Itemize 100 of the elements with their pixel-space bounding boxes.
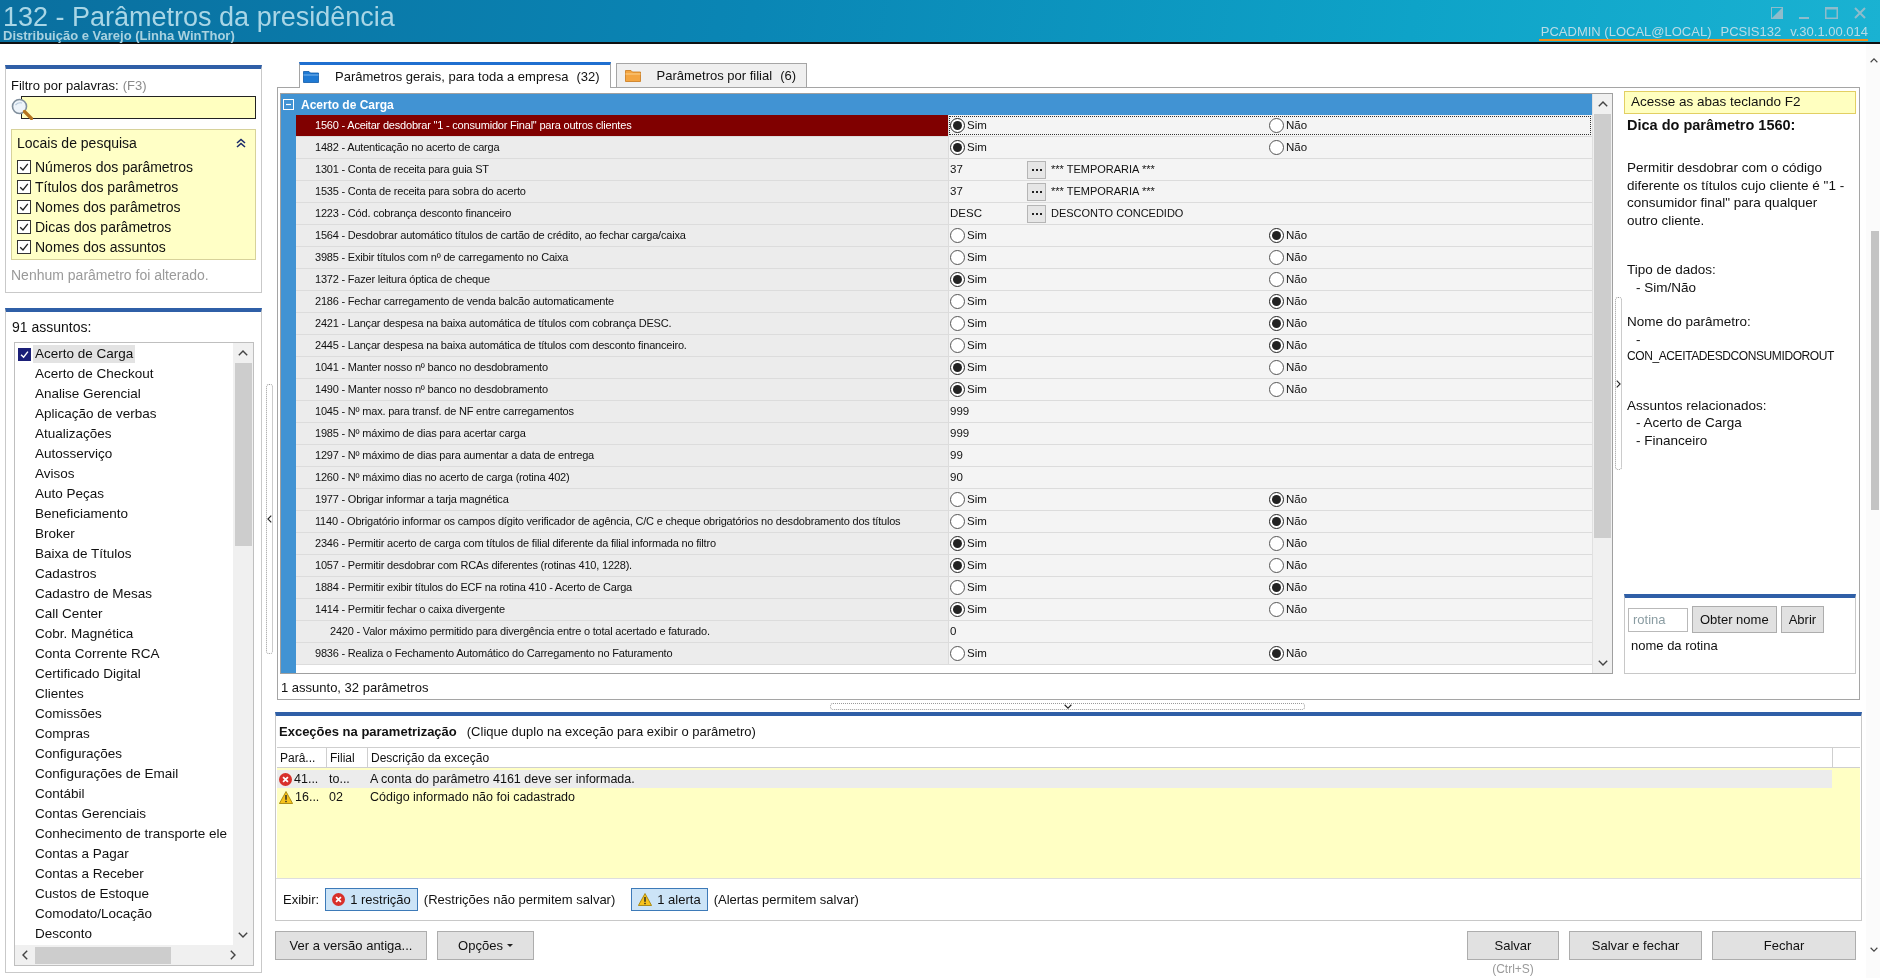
- radio-button[interactable]: [1269, 558, 1284, 573]
- radio-button[interactable]: [1269, 646, 1284, 661]
- vertical-scrollbar[interactable]: [233, 343, 253, 945]
- parameter-name[interactable]: 1057 - Permitir desdobrar com RCAs diferentes (rotinas 410, 1228).: [296, 555, 948, 576]
- routine-button[interactable]: Obter nome: [1692, 606, 1777, 633]
- checkbox[interactable]: [18, 347, 31, 361]
- parameter-name[interactable]: 1564 - Desdobrar automático títulos de cartão de crédito, ao fechar carga/caixa: [296, 225, 948, 246]
- parameter-value[interactable]: 90: [949, 468, 963, 487]
- parameter-name[interactable]: 1223 - Cód. cobrança desconto financeiro: [296, 203, 948, 224]
- routine-input[interactable]: rotina: [1628, 607, 1688, 632]
- parameter-name[interactable]: 1140 - Obrigatório informar os campos dígito verificador de agência, C/C e cheque obrigatórios no desdobramento dos títulos: [296, 511, 948, 532]
- subject-item[interactable]: Conhecimento de transporte ele: [33, 825, 230, 843]
- radio-button[interactable]: [950, 602, 965, 617]
- subject-item[interactable]: Contábil: [33, 785, 87, 803]
- subject-item[interactable]: Acerto de Checkout: [33, 365, 156, 383]
- checkbox[interactable]: [17, 160, 31, 174]
- subject-item[interactable]: Call Center: [33, 605, 105, 623]
- parameter-value[interactable]: 0: [949, 622, 957, 641]
- radio-button[interactable]: [1269, 228, 1284, 243]
- radio-button[interactable]: [1269, 492, 1284, 507]
- radio-button[interactable]: [1269, 360, 1284, 375]
- scroll-down-icon[interactable]: [1597, 660, 1608, 666]
- checkbox[interactable]: [17, 180, 31, 194]
- exception-row[interactable]: 16... 02 Código informado não foi cadastrado: [277, 788, 1832, 806]
- parameter-name[interactable]: 1884 - Permitir exibir títulos do ECF na rotina 410 - Acerto de Carga: [296, 577, 948, 598]
- radio-button[interactable]: [1269, 536, 1284, 551]
- radio-button[interactable]: [950, 140, 965, 155]
- parameter-name[interactable]: 2421 - Lançar despesa na baixa automática de títulos com cobrança DESC.: [296, 313, 948, 334]
- parameter-name[interactable]: 2420 - Valor máximo permitido para divergência entre o total acertado e faturado.: [296, 621, 948, 642]
- parameter-value[interactable]: 999: [949, 424, 970, 443]
- radio-button[interactable]: [950, 118, 965, 133]
- action-button[interactable]: Salvar e fechar: [1569, 931, 1702, 960]
- subject-item[interactable]: Custos de Estoque: [33, 885, 152, 903]
- chevron-left-icon[interactable]: [266, 515, 272, 523]
- parameter-name[interactable]: 2445 - Lançar despesa na baixa automática de títulos com desconto financeiro.: [296, 335, 948, 356]
- checkbox[interactable]: [17, 240, 31, 254]
- filter-input[interactable]: [21, 96, 256, 119]
- parameter-name[interactable]: 1297 - Nº máximo de dias para aumentar a data de entrega: [296, 445, 948, 466]
- tab[interactable]: Parâmetros gerais, para toda a empresa (32): [299, 62, 611, 88]
- filter-toggle[interactable]: 1 restrição: [325, 888, 418, 911]
- parameter-name[interactable]: 1041 - Manter nosso nº banco no desdobramento: [296, 357, 948, 378]
- radio-button[interactable]: [950, 250, 965, 265]
- parameter-name[interactable]: 1414 - Permitir fechar o caixa divergente: [296, 599, 948, 620]
- vertical-scrollbar[interactable]: [1592, 94, 1612, 673]
- scroll-right-icon[interactable]: [230, 950, 236, 960]
- parameter-value[interactable]: 999: [949, 402, 970, 421]
- radio-button[interactable]: [950, 338, 965, 353]
- parameter-name[interactable]: 1045 - Nº max. para transf. de NF entre carregamentos: [296, 401, 948, 422]
- radio-button[interactable]: [950, 646, 965, 661]
- scroll-up-icon[interactable]: [1597, 101, 1608, 107]
- subject-item[interactable]: Certificado Digital: [33, 665, 143, 683]
- parameter-name[interactable]: 1301 - Conta de receita para guia ST: [296, 159, 948, 180]
- scroll-up-icon[interactable]: [1870, 58, 1878, 63]
- action-button[interactable]: Fechar: [1712, 931, 1856, 960]
- subject-item[interactable]: Contas Gerenciais: [33, 805, 149, 823]
- radio-button[interactable]: [950, 382, 965, 397]
- radio-button[interactable]: [950, 492, 965, 507]
- parameter-name[interactable]: 1490 - Manter nosso nº banco no desdobramento: [296, 379, 948, 400]
- parameter-name[interactable]: 2186 - Fechar carregamento de venda balcão automaticamente: [296, 291, 948, 312]
- subject-list[interactable]: [14, 342, 254, 966]
- subject-item[interactable]: Cobr. Magnética: [33, 625, 136, 643]
- checkbox[interactable]: [17, 200, 31, 214]
- parameter-name[interactable]: 3985 - Exibir títulos com nº de carregamento no Caixa: [296, 247, 948, 268]
- radio-button[interactable]: [1269, 580, 1284, 595]
- radio-button[interactable]: [950, 272, 965, 287]
- parameter-name[interactable]: 1482 - Autenticação no acerto de carga: [296, 137, 948, 158]
- subject-item[interactable]: Configurações: [33, 745, 125, 763]
- window-scrollbar[interactable]: [1866, 44, 1880, 978]
- radio-button[interactable]: [950, 294, 965, 309]
- subject-item[interactable]: Clientes: [33, 685, 86, 703]
- chevron-down-icon[interactable]: [1063, 703, 1072, 709]
- radio-button[interactable]: [1269, 338, 1284, 353]
- routine-button[interactable]: Abrir: [1780, 606, 1825, 633]
- scroll-thumb[interactable]: [1871, 231, 1879, 510]
- subject-item[interactable]: Auto Peças: [33, 485, 107, 503]
- subject-item[interactable]: Desconto: [33, 925, 95, 943]
- parameter-name[interactable]: 1977 - Obrigar informar a tarja magnética: [296, 489, 948, 510]
- action-button[interactable]: Ver a versão antiga...: [275, 931, 427, 960]
- radio-button[interactable]: [1269, 382, 1284, 397]
- collapse-icon[interactable]: [236, 138, 246, 148]
- scroll-up-icon[interactable]: [238, 350, 248, 356]
- subject-item[interactable]: Broker: [33, 525, 77, 543]
- radio-button[interactable]: [1269, 140, 1284, 155]
- subject-item[interactable]: Beneficiamento: [33, 505, 131, 523]
- subject-item[interactable]: Aplicação de verbas: [33, 405, 159, 423]
- parameter-name[interactable]: 2346 - Permitir acerto de carga com títulos de filial diferente da filial informada no filtro: [296, 533, 948, 554]
- subject-item[interactable]: Configurações de Email: [33, 765, 181, 783]
- radio-button[interactable]: [950, 580, 965, 595]
- subject-item[interactable]: Compras: [33, 725, 92, 743]
- scroll-down-icon[interactable]: [238, 932, 248, 938]
- parameter-name[interactable]: 9836 - Realiza o Fechamento Automático do Carregamento no Faturamento: [296, 643, 948, 664]
- subject-item[interactable]: Cadastros: [33, 565, 99, 583]
- radio-button[interactable]: [950, 228, 965, 243]
- radio-button[interactable]: [1269, 294, 1284, 309]
- scroll-left-icon[interactable]: [22, 950, 28, 960]
- parameter-name[interactable]: 1372 - Fazer leitura óptica de cheque: [296, 269, 948, 290]
- radio-button[interactable]: [1269, 602, 1284, 617]
- radio-button[interactable]: [950, 360, 965, 375]
- radio-button[interactable]: [1269, 316, 1284, 331]
- subject-item[interactable]: Atualizações: [33, 425, 114, 443]
